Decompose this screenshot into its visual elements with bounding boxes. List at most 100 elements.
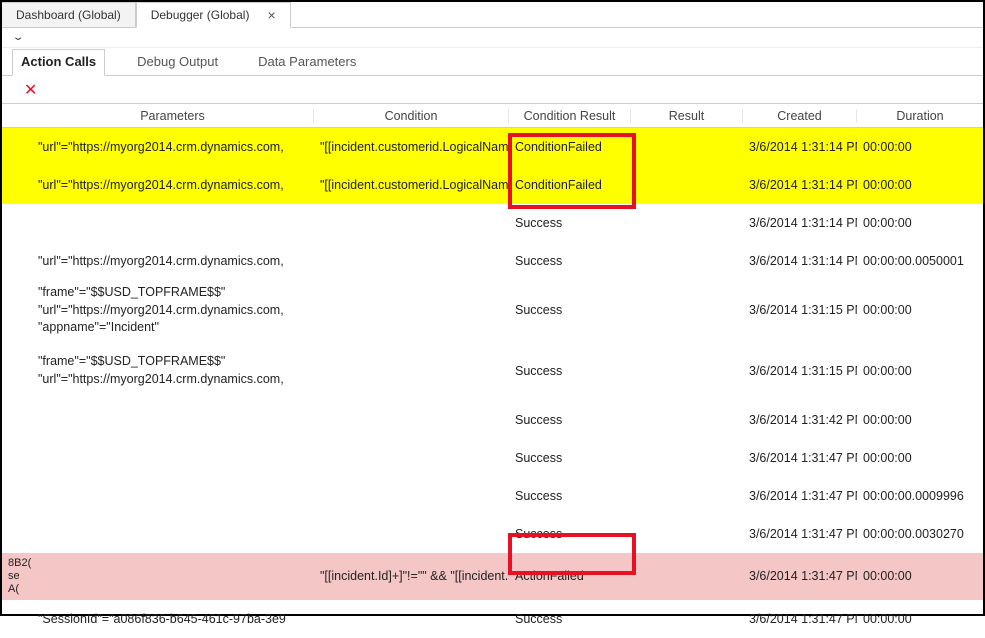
- table-row[interactable]: "frame"="$$USD_TOPFRAME$$""url"="https:/…: [2, 341, 983, 401]
- cell-created: 3/6/2014 1:31:14 PM: [743, 136, 857, 158]
- cell-condition-result: Success: [509, 485, 631, 507]
- cell-duration: 00:00:00: [857, 299, 983, 321]
- cell-condition: [314, 257, 509, 265]
- cell-created: 3/6/2014 1:31:15 PM: [743, 299, 857, 321]
- cell-condition: [314, 530, 509, 538]
- inner-tab-strip: Action Calls Debug Output Data Parameters: [2, 48, 983, 76]
- table-row[interactable]: Success 3/6/2014 1:31:47 PM00:00:00.00099…: [2, 477, 983, 515]
- cell-duration: 00:00:00: [857, 565, 983, 587]
- cell-created: 3/6/2014 1:31:42 PM: [743, 409, 857, 431]
- inner-tab[interactable]: Debug Output: [129, 50, 226, 75]
- table-row[interactable]: Success3/6/2014 1:31:42 PM00:00:00: [2, 401, 983, 439]
- window-tab-label: Dashboard (Global): [16, 8, 121, 22]
- cell-condition: [314, 492, 509, 500]
- cell-parameters: [32, 454, 314, 462]
- header-parameters[interactable]: Parameters: [32, 109, 314, 123]
- row-leading: [2, 367, 32, 375]
- cell-parameters: "url"="https://myorg2014.crm.dynamics.co…: [32, 136, 314, 158]
- window-tab-label: Debugger (Global): [151, 8, 250, 22]
- expand-row: ⌄: [2, 28, 983, 48]
- cell-duration: 00:00:00: [857, 174, 983, 196]
- cell-result: [631, 530, 743, 538]
- action-bar: ✕: [2, 76, 983, 104]
- cell-result: [631, 219, 743, 227]
- cell-result: [631, 257, 743, 265]
- table-row[interactable]: "frame"="$$USD_TOPFRAME$$""url"="https:/…: [2, 280, 983, 341]
- cell-result: [631, 416, 743, 424]
- cell-parameters: "url"="https://myorg2014.crm.dynamics.co…: [32, 250, 314, 272]
- cell-duration: 00:00:00.0009996: [857, 485, 983, 507]
- cell-duration: 00:00:00: [857, 360, 983, 382]
- cell-result: [631, 181, 743, 189]
- table-row[interactable]: 8B2( se A( "[[incident.Id]+]"!="" && "[[i…: [2, 553, 983, 601]
- cell-result: [631, 367, 743, 375]
- cell-condition-result: ActionFailed: [509, 565, 631, 587]
- cell-duration: 00:00:00: [857, 212, 983, 234]
- row-leading: [2, 416, 32, 424]
- inner-tab[interactable]: Action Calls: [12, 49, 105, 76]
- chevron-down-icon[interactable]: ⌄: [12, 32, 25, 43]
- cell-condition: [314, 454, 509, 462]
- cell-parameters: "frame"="$$USD_TOPFRAME$$""url"="https:/…: [32, 349, 314, 392]
- table-row[interactable]: Success3/6/2014 1:31:47 PM00:00:00: [2, 439, 983, 477]
- cell-condition-result: Success: [509, 447, 631, 469]
- cell-condition: [314, 219, 509, 227]
- row-leading: [2, 530, 32, 538]
- cell-created: 3/6/2014 1:31:47 PM: [743, 608, 857, 630]
- cell-duration: 00:00:00: [857, 447, 983, 469]
- header-condition-result[interactable]: Condition Result: [509, 109, 631, 123]
- table-row[interactable]: "url"="https://myorg2014.crm.dynamics.co…: [2, 242, 983, 280]
- cell-parameters: [32, 572, 314, 580]
- close-icon[interactable]: ×: [267, 7, 275, 23]
- cell-parameters: [32, 416, 314, 424]
- cell-condition-result: Success: [509, 409, 631, 431]
- cell-created: 3/6/2014 1:31:47 PM: [743, 485, 857, 507]
- row-leading: [2, 306, 32, 314]
- cell-condition-result: Success: [509, 360, 631, 382]
- cell-condition: [314, 615, 509, 623]
- header-result[interactable]: Result: [631, 109, 743, 123]
- row-leading: [2, 257, 32, 265]
- row-leading: [2, 454, 32, 462]
- cell-created: 3/6/2014 1:31:47 PM: [743, 565, 857, 587]
- cell-result: [631, 572, 743, 580]
- cell-result: [631, 615, 743, 623]
- cell-condition-result: ConditionFailed: [509, 174, 631, 196]
- header-duration[interactable]: Duration: [857, 109, 983, 123]
- cell-condition-result: Success: [509, 250, 631, 272]
- header-created[interactable]: Created: [743, 109, 857, 123]
- table-row[interactable]: "url"="https://myorg2014.crm.dynamics.co…: [2, 166, 983, 204]
- cell-duration: 00:00:00.0050001: [857, 250, 983, 272]
- cell-condition: "[[incident.customerid.LogicalName]]"=: [314, 174, 509, 196]
- table-row[interactable]: "url"="https://myorg2014.crm.dynamics.co…: [2, 128, 983, 166]
- window-tab[interactable]: Dashboard (Global): [2, 2, 136, 27]
- cell-result: [631, 143, 743, 151]
- cell-parameters: [32, 492, 314, 500]
- cell-parameters: "frame"="$$USD_TOPFRAME$$""url"="https:/…: [32, 280, 314, 341]
- cell-parameters: "url"="https://myorg2014.crm.dynamics.co…: [32, 174, 314, 196]
- header-condition[interactable]: Condition: [314, 109, 509, 123]
- clear-icon[interactable]: ✕: [24, 80, 37, 100]
- cell-condition: "[[incident.Id]+]"!="" && "[[incident.st…: [314, 565, 509, 587]
- grid-header-row: Parameters Condition Condition Result Re…: [2, 104, 983, 128]
- cell-condition-result: ConditionFailed: [509, 136, 631, 158]
- inner-tab[interactable]: Data Parameters: [250, 50, 364, 75]
- cell-duration: 00:00:00.0030270: [857, 523, 983, 545]
- table-row[interactable]: Success3/6/2014 1:31:47 PM00:00:00.00302…: [2, 515, 983, 553]
- cell-condition: "[[incident.customerid.LogicalName]]"=: [314, 136, 509, 158]
- cell-created: 3/6/2014 1:31:14 PM: [743, 212, 857, 234]
- cell-parameters: [32, 219, 314, 227]
- table-row[interactable]: Success3/6/2014 1:31:14 PM00:00:00: [2, 204, 983, 242]
- grid-body: "url"="https://myorg2014.crm.dynamics.co…: [2, 128, 983, 638]
- row-leading: 8B2( se A(: [2, 553, 32, 601]
- cell-result: [631, 306, 743, 314]
- cell-condition: [314, 367, 509, 375]
- window-tab[interactable]: Debugger (Global) ×: [136, 2, 291, 28]
- table-row[interactable]: "SessionId"="a086f836-b645-461c-97ba-3e9…: [2, 600, 983, 638]
- window-tab-strip: Dashboard (Global) Debugger (Global) ×: [2, 2, 983, 28]
- cell-parameters: "SessionId"="a086f836-b645-461c-97ba-3e9: [32, 608, 314, 630]
- cell-duration: 00:00:00: [857, 136, 983, 158]
- row-leading: [2, 181, 32, 189]
- cell-result: [631, 454, 743, 462]
- row-leading: [2, 615, 32, 623]
